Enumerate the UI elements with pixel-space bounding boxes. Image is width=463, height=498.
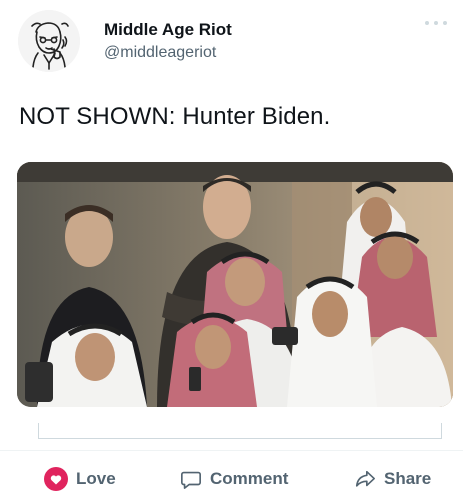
author-name[interactable]: Middle Age Riot: [104, 20, 232, 40]
comment-bubble-icon: [181, 471, 201, 489]
tweet-text: NOT SHOWN: Hunter Biden.: [19, 103, 331, 130]
tweet-header: Middle Age Riot @middleageriot: [18, 10, 448, 72]
love-button[interactable]: Love: [44, 467, 116, 491]
tweet-photo[interactable]: [17, 162, 453, 407]
embedded-card-edge: [38, 423, 442, 439]
author-handle[interactable]: @middleageriot: [104, 44, 216, 62]
more-options-icon[interactable]: [424, 18, 448, 28]
heart-icon: [44, 467, 68, 491]
photo-of-men-in-stadium-box-icon: [17, 162, 453, 407]
action-bar: Love Comment Share: [0, 450, 463, 498]
comment-button[interactable]: Comment: [180, 467, 288, 491]
share-label: Share: [384, 469, 432, 488]
author-avatar[interactable]: [18, 10, 80, 72]
cartoon-man-with-pipe-avatar-icon: [18, 10, 80, 72]
love-label: Love: [76, 469, 116, 488]
comment-label: Comment: [210, 469, 289, 488]
share-button[interactable]: Share: [354, 467, 431, 491]
share-arrow-icon: [355, 470, 375, 487]
